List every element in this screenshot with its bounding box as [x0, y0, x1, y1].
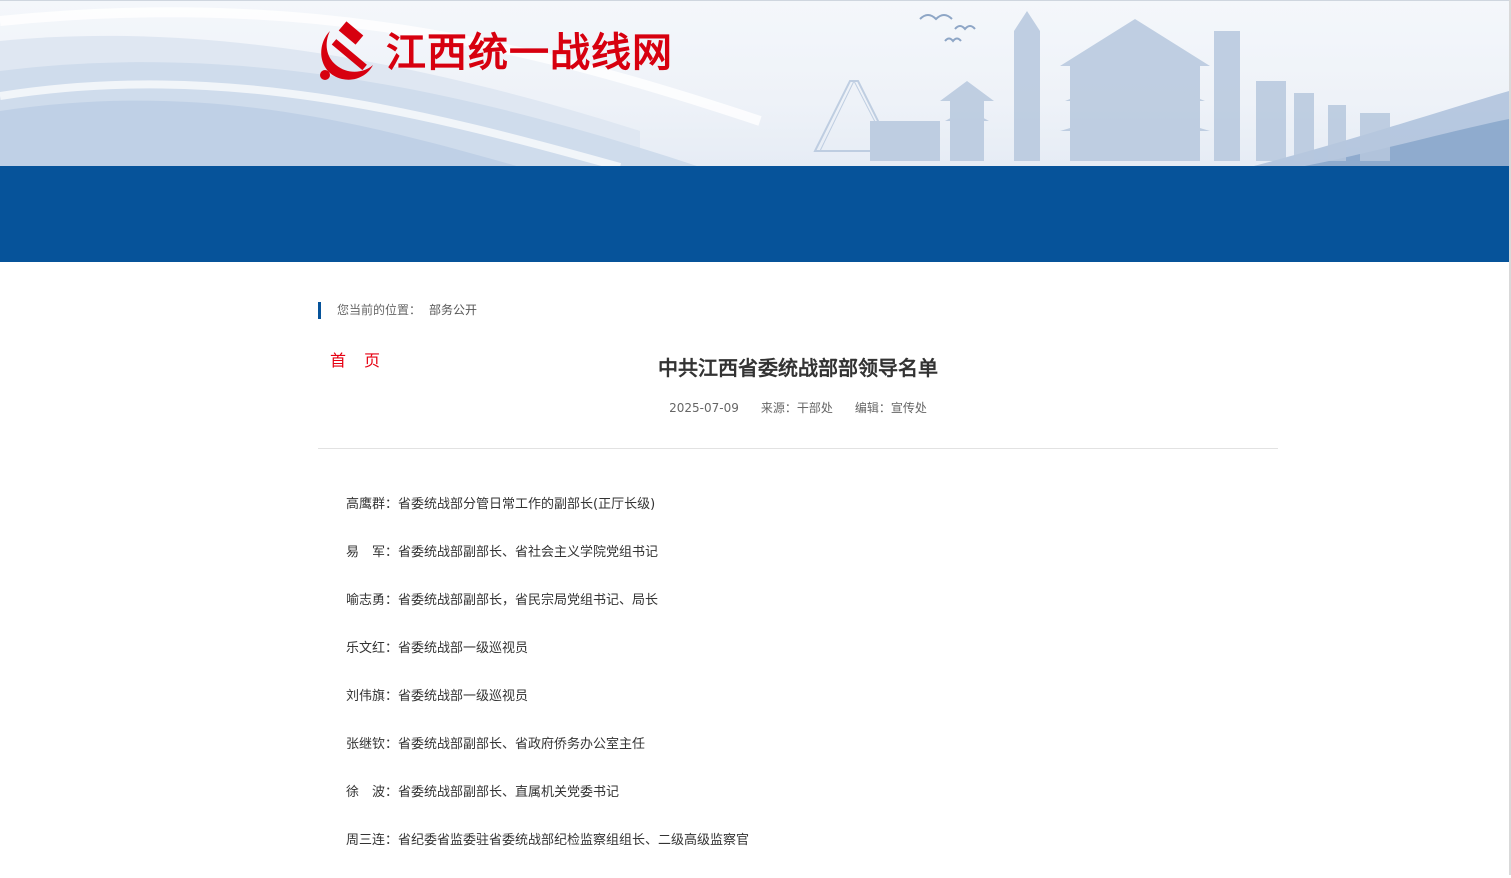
breadcrumb-link-department-affairs[interactable]: 部务公开 [429, 303, 477, 317]
main-nav: 首页 部务公开 学习新语 重要新闻 赣鄱新闻 本部时讯 市县信息 干部工作 多党… [0, 166, 1509, 407]
banner-background [0, 7, 1509, 167]
leader-entry: 喻志勇：省委统战部副部长，省民宗局党组书记、局长 [346, 593, 659, 608]
article-editor: 编辑：宣传处 [854, 401, 927, 415]
leader-entry: 张继钦：省委统战部副部长、省政府侨务办公室主任 [346, 737, 646, 752]
leader-entry: 乐文红：省委统战部一级巡视员 [346, 641, 529, 656]
article-source: 来源：干部处 [760, 401, 833, 415]
leader-entry: 周三连：省纪委省监委驻省委统战部纪检监察组组长、二级高级监察官 [346, 833, 750, 848]
leader-entry: 高鹰群：省委统战部分管日常工作的副部长(正厅长级) [346, 497, 656, 512]
leader-entry: 徐 波：省委统战部副部长、直属机关党委书记 [346, 785, 620, 800]
header-banner: 江西统一战线网 [0, 0, 1509, 167]
leader-entry: 刘伟旗：省委统战部一级巡视员 [346, 689, 529, 704]
article-title: 中共江西省委统战部部领导名单 [658, 356, 938, 380]
article-body: 高鹰群：省委统战部分管日常工作的副部长(正厅长级) 易 军：省委统战部副部长、省… [346, 494, 1246, 878]
article-date: 2025-07-09 [669, 401, 739, 415]
breadcrumb: 您当前的位置： 部务公开 [318, 302, 477, 319]
breadcrumb-label: 您当前的位置： [337, 303, 422, 317]
site-logo[interactable]: 江西统一战线网 [316, 21, 673, 85]
leader-entry: 易 军：省委统战部副部长、省社会主义学院党组书记 [346, 545, 659, 560]
article-divider [318, 448, 1278, 449]
article-meta: 2025-07-09 来源：干部处 编辑：宣传处 [318, 399, 1278, 417]
party-emblem-icon [320, 21, 373, 80]
site-name: 江西统一战线网 [386, 30, 673, 76]
